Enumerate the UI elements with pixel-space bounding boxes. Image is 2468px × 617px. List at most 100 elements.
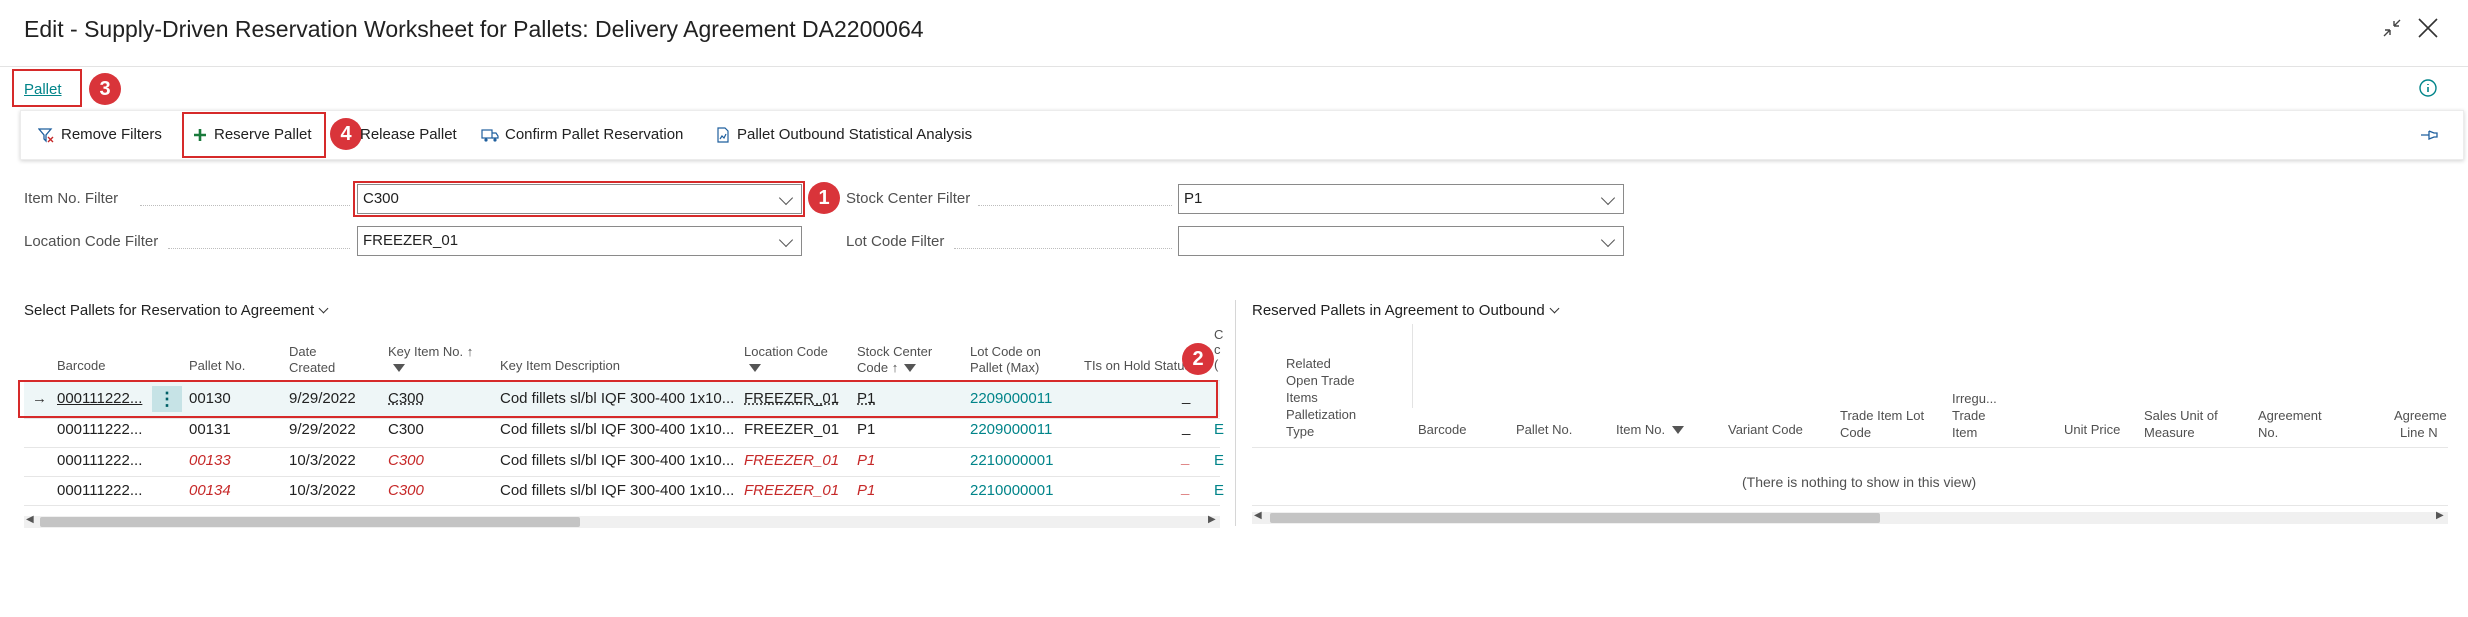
confirm-reservation-button[interactable]: Confirm Pallet Reservation bbox=[505, 126, 683, 143]
col-tis-on-hold[interactable]: TIs on Hold Status bbox=[1084, 358, 1191, 374]
title-divider bbox=[0, 66, 2468, 67]
collapse-icon[interactable] bbox=[2378, 14, 2406, 42]
close-icon[interactable] bbox=[2414, 14, 2442, 42]
cell-barcode[interactable]: 000111222... bbox=[57, 390, 142, 407]
cell-barcode[interactable]: 000111222... bbox=[57, 421, 142, 438]
cell-stock[interactable]: P1 bbox=[857, 421, 875, 438]
right-grid-scroll-thumb[interactable] bbox=[1270, 513, 1880, 523]
cell-pallet-no: 00134 bbox=[189, 482, 231, 499]
cell-item[interactable]: C300 bbox=[388, 421, 424, 438]
col-lot-code-2[interactable]: Pallet (Max) bbox=[970, 360, 1039, 376]
highlight-tab bbox=[12, 69, 82, 107]
col-key-item-no[interactable]: Key Item No. ↑ bbox=[388, 344, 473, 360]
cell-stock[interactable]: P1 bbox=[857, 452, 875, 469]
cell-extra[interactable]: E bbox=[1214, 482, 1224, 499]
col-barcode[interactable]: Barcode bbox=[57, 358, 105, 374]
col-uom-1[interactable]: Sales Unit of bbox=[2144, 408, 2218, 424]
col-key-item-desc[interactable]: Key Item Description bbox=[500, 358, 620, 374]
col-stock-center-2[interactable]: Code ↑ bbox=[857, 360, 898, 376]
pin-icon[interactable] bbox=[2420, 127, 2438, 143]
col-unit-price[interactable]: Unit Price bbox=[2064, 422, 2120, 438]
col-agreement-2[interactable]: No. bbox=[2258, 425, 2278, 441]
scroll-right-icon[interactable]: ▶ bbox=[2436, 510, 2444, 521]
left-grid-scroll-thumb[interactable] bbox=[40, 517, 580, 527]
col-related-5[interactable]: Type bbox=[1286, 424, 1314, 440]
chevron-down-icon[interactable] bbox=[778, 232, 794, 248]
cell-status: _ bbox=[1182, 480, 1191, 497]
report-icon bbox=[717, 127, 729, 143]
cell-barcode[interactable]: 000111222... bbox=[57, 452, 142, 469]
col-variant-code[interactable]: Variant Code bbox=[1728, 422, 1803, 438]
stock-center-filter-input[interactable]: P1 bbox=[1178, 184, 1624, 214]
chevron-down-icon bbox=[318, 303, 329, 314]
location-code-filter-input[interactable]: FREEZER_01 bbox=[357, 226, 802, 256]
col-irreg-1[interactable]: Irregu... bbox=[1952, 391, 1997, 407]
col-pallet-no[interactable]: Pallet No. bbox=[189, 358, 245, 374]
col-related-2[interactable]: Open Trade bbox=[1286, 373, 1355, 389]
cell-location[interactable]: FREEZER_01 bbox=[744, 390, 839, 407]
col-truncated-2: c bbox=[1214, 342, 1221, 357]
col-related-4[interactable]: Palletization bbox=[1286, 407, 1356, 423]
col-agreement-1[interactable]: Agreement bbox=[2258, 408, 2322, 424]
col-lot-2[interactable]: Code bbox=[1840, 425, 1871, 441]
cell-status: _ bbox=[1182, 388, 1191, 405]
row-divider bbox=[24, 476, 1220, 477]
cell-item[interactable]: C300 bbox=[388, 390, 424, 407]
cell-location[interactable]: FREEZER_01 bbox=[744, 482, 839, 499]
col-barcode[interactable]: Barcode bbox=[1418, 422, 1466, 438]
cell-lot[interactable]: 2210000001 bbox=[970, 452, 1053, 469]
info-icon[interactable] bbox=[2418, 78, 2438, 98]
right-grid-title[interactable]: Reserved Pallets in Agreement to Outboun… bbox=[1252, 302, 1560, 319]
filter-icon bbox=[393, 364, 405, 372]
cell-stock[interactable]: P1 bbox=[857, 482, 875, 499]
col-irreg-2[interactable]: Trade bbox=[1952, 408, 1985, 424]
filter-icon bbox=[749, 364, 761, 372]
chevron-down-icon[interactable] bbox=[1600, 232, 1616, 248]
scroll-left-icon[interactable]: ◀ bbox=[1254, 510, 1262, 521]
cell-item[interactable]: C300 bbox=[388, 452, 424, 469]
cell-barcode[interactable]: 000111222... bbox=[57, 482, 142, 499]
cell-extra[interactable]: E bbox=[1214, 452, 1224, 469]
release-pallet-button[interactable]: Release Pallet bbox=[360, 126, 457, 143]
col-irreg-3[interactable]: Item bbox=[1952, 425, 1977, 441]
cell-location[interactable]: FREEZER_01 bbox=[744, 421, 839, 438]
col-lot-1[interactable]: Trade Item Lot bbox=[1840, 408, 1924, 424]
lot-code-filter-input[interactable] bbox=[1178, 226, 1624, 256]
left-grid-title[interactable]: Select Pallets for Reservation to Agreem… bbox=[24, 302, 329, 319]
remove-filters-button[interactable]: Remove Filters bbox=[61, 126, 162, 143]
scroll-right-icon[interactable]: ▶ bbox=[1208, 514, 1216, 525]
cell-date: 9/29/2022 bbox=[289, 421, 356, 438]
cell-date: 10/3/2022 bbox=[289, 482, 356, 499]
col-uom-2[interactable]: Measure bbox=[2144, 425, 2195, 441]
outbound-analysis-button[interactable]: Pallet Outbound Statistical Analysis bbox=[737, 126, 972, 143]
col-related-1[interactable]: Related bbox=[1286, 356, 1331, 372]
cell-lot[interactable]: 2209000011 bbox=[970, 390, 1052, 407]
page-title: Edit - Supply-Driven Reservation Workshe… bbox=[24, 16, 924, 42]
cell-lot[interactable]: 2210000001 bbox=[970, 482, 1053, 499]
pane-splitter[interactable] bbox=[1235, 300, 1236, 526]
cell-desc: Cod fillets sl/bl IQF 300-400 1x10... bbox=[500, 452, 735, 469]
cell-item[interactable]: C300 bbox=[388, 482, 424, 499]
col-date-created-2[interactable]: Created bbox=[289, 360, 335, 376]
row-actions-icon[interactable]: ⋮ bbox=[152, 386, 182, 412]
stock-center-filter-label: Stock Center Filter bbox=[846, 190, 971, 207]
col-related-3[interactable]: Items bbox=[1286, 390, 1318, 406]
cell-extra[interactable]: E bbox=[1214, 421, 1224, 438]
cell-stock[interactable]: P1 bbox=[857, 390, 875, 407]
col-pallet-no[interactable]: Pallet No. bbox=[1516, 422, 1572, 438]
col-agreement-line-1[interactable]: Agreeme bbox=[2394, 408, 2447, 424]
col-location-code[interactable]: Location Code bbox=[744, 344, 828, 360]
col-agreement-line-2[interactable]: Line N bbox=[2400, 425, 2438, 441]
col-stock-center-1[interactable]: Stock Center bbox=[857, 344, 932, 360]
col-date-created-1[interactable]: Date bbox=[289, 344, 316, 360]
lot-code-filter-label: Lot Code Filter bbox=[846, 233, 945, 250]
cell-lot[interactable]: 2209000011 bbox=[970, 421, 1052, 438]
cell-location[interactable]: FREEZER_01 bbox=[744, 452, 839, 469]
col-truncated-3: ( bbox=[1214, 357, 1219, 372]
col-lot-code-1[interactable]: Lot Code on bbox=[970, 344, 1041, 360]
col-item-no[interactable]: Item No. bbox=[1616, 422, 1665, 438]
truck-icon bbox=[481, 129, 499, 142]
scroll-left-icon[interactable]: ◀ bbox=[26, 514, 34, 525]
chevron-down-icon[interactable] bbox=[1600, 190, 1616, 206]
row-divider bbox=[24, 418, 1220, 419]
